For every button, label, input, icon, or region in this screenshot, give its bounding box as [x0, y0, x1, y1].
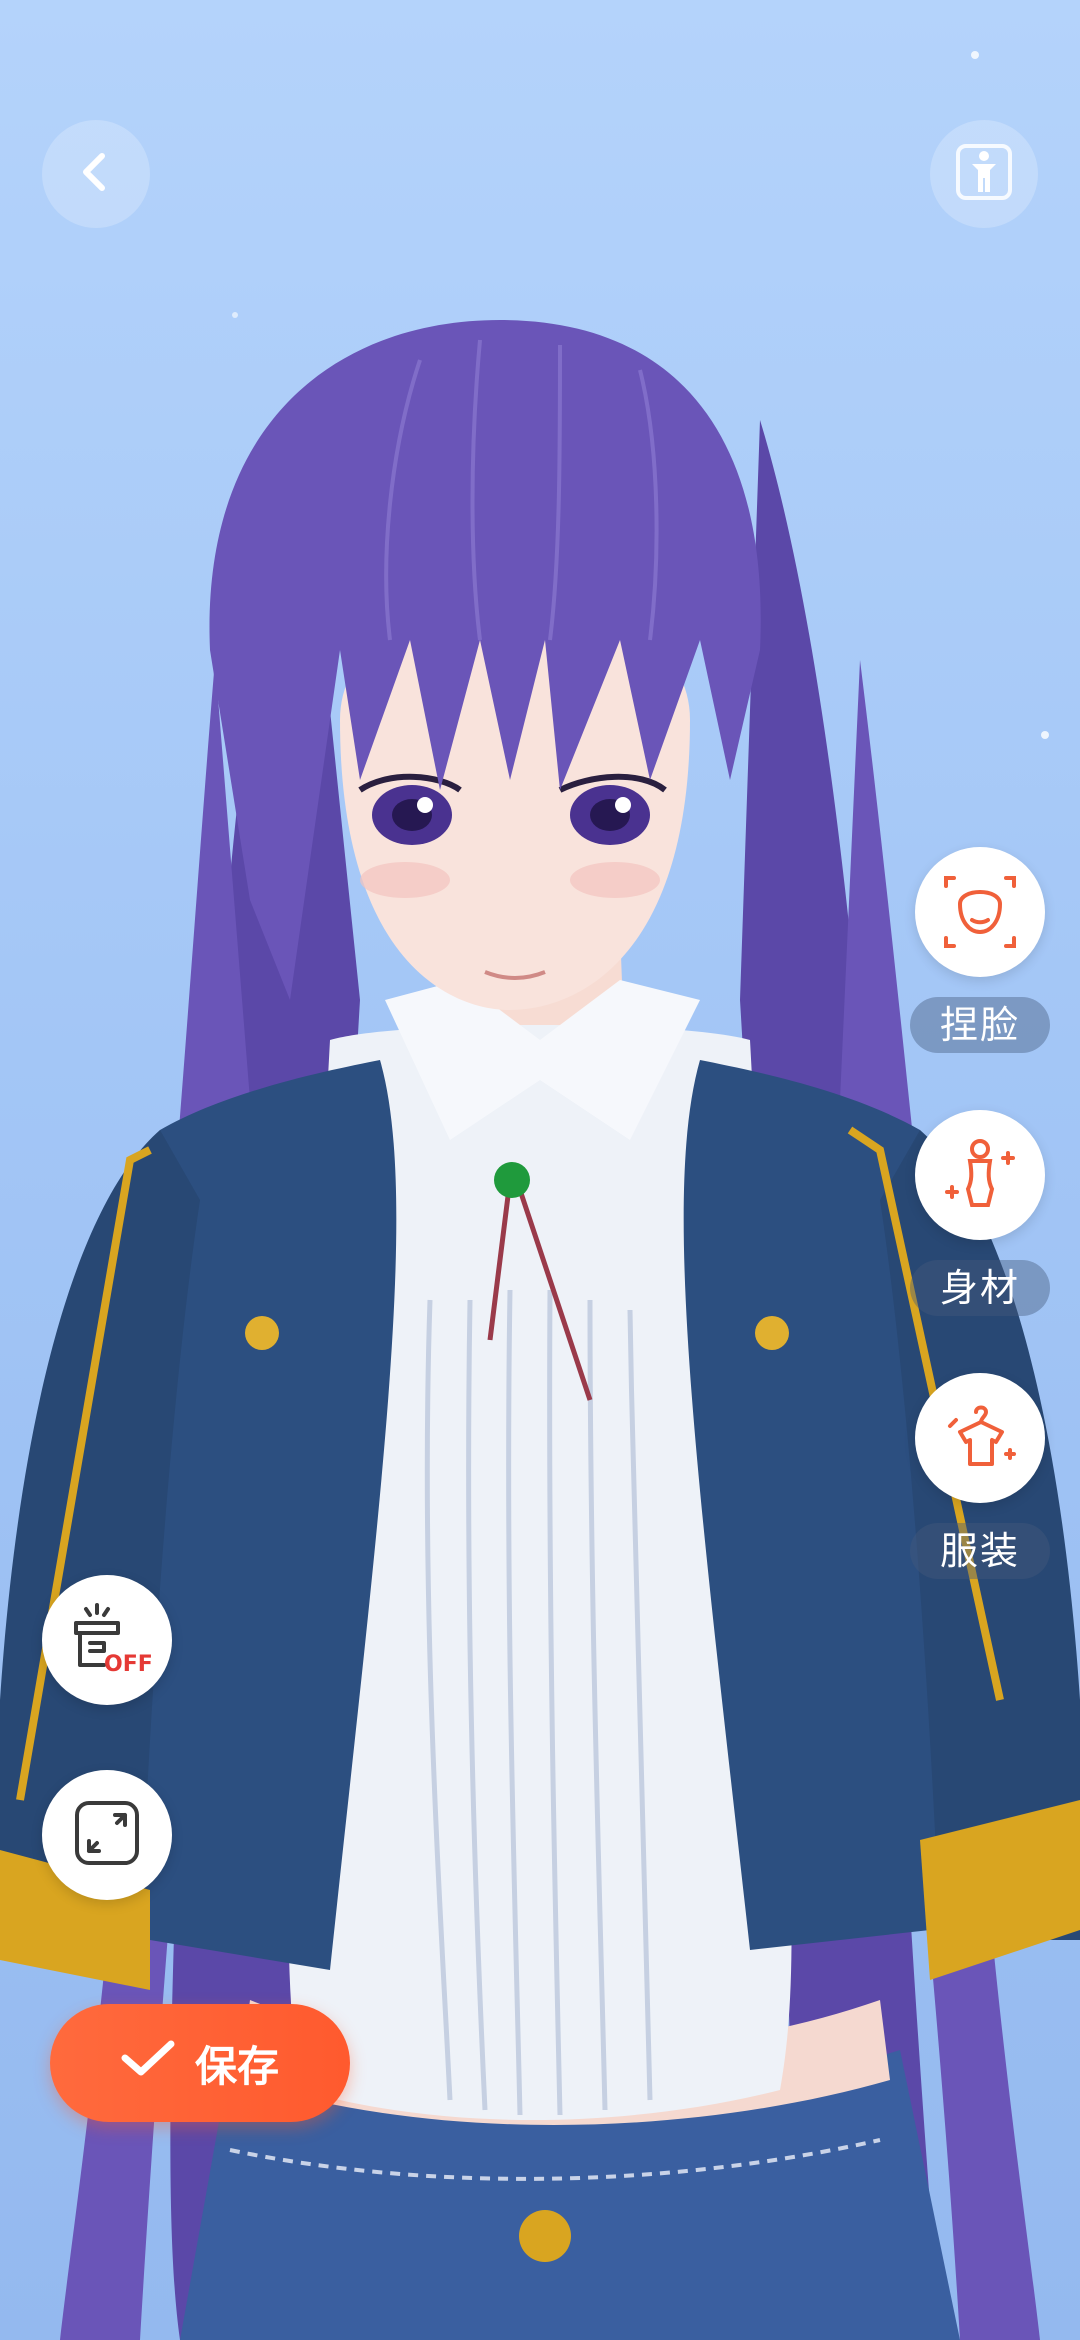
gift-toggle-button[interactable]: OFF: [42, 1575, 172, 1705]
standing-figure-icon: [954, 142, 1014, 206]
chevron-left-icon: [72, 148, 120, 200]
save-button-label: 保存: [194, 2041, 279, 2091]
side-item-label: 服装: [910, 1523, 1050, 1579]
expand-arrows-icon: [69, 1795, 145, 1875]
side-item-body[interactable]: 身材: [910, 1110, 1050, 1316]
side-item-face[interactable]: 捏脸: [910, 847, 1050, 1053]
side-item-clothing[interactable]: 服装: [910, 1373, 1050, 1579]
side-item-label: 捏脸: [910, 997, 1050, 1053]
back-button[interactable]: [42, 120, 150, 228]
side-item-label: 身材: [910, 1260, 1050, 1316]
expand-button[interactable]: [42, 1770, 172, 1900]
save-button[interactable]: 保存: [50, 2004, 350, 2122]
check-icon: [121, 2038, 175, 2088]
gift-box-off-icon: OFF: [62, 1593, 153, 1687]
clothing-hanger-icon[interactable]: [915, 1373, 1045, 1503]
body-shape-icon[interactable]: [915, 1110, 1045, 1240]
face-shape-icon[interactable]: [915, 847, 1045, 977]
gift-off-badge: OFF: [104, 1652, 152, 1677]
pose-button[interactable]: [930, 120, 1038, 228]
